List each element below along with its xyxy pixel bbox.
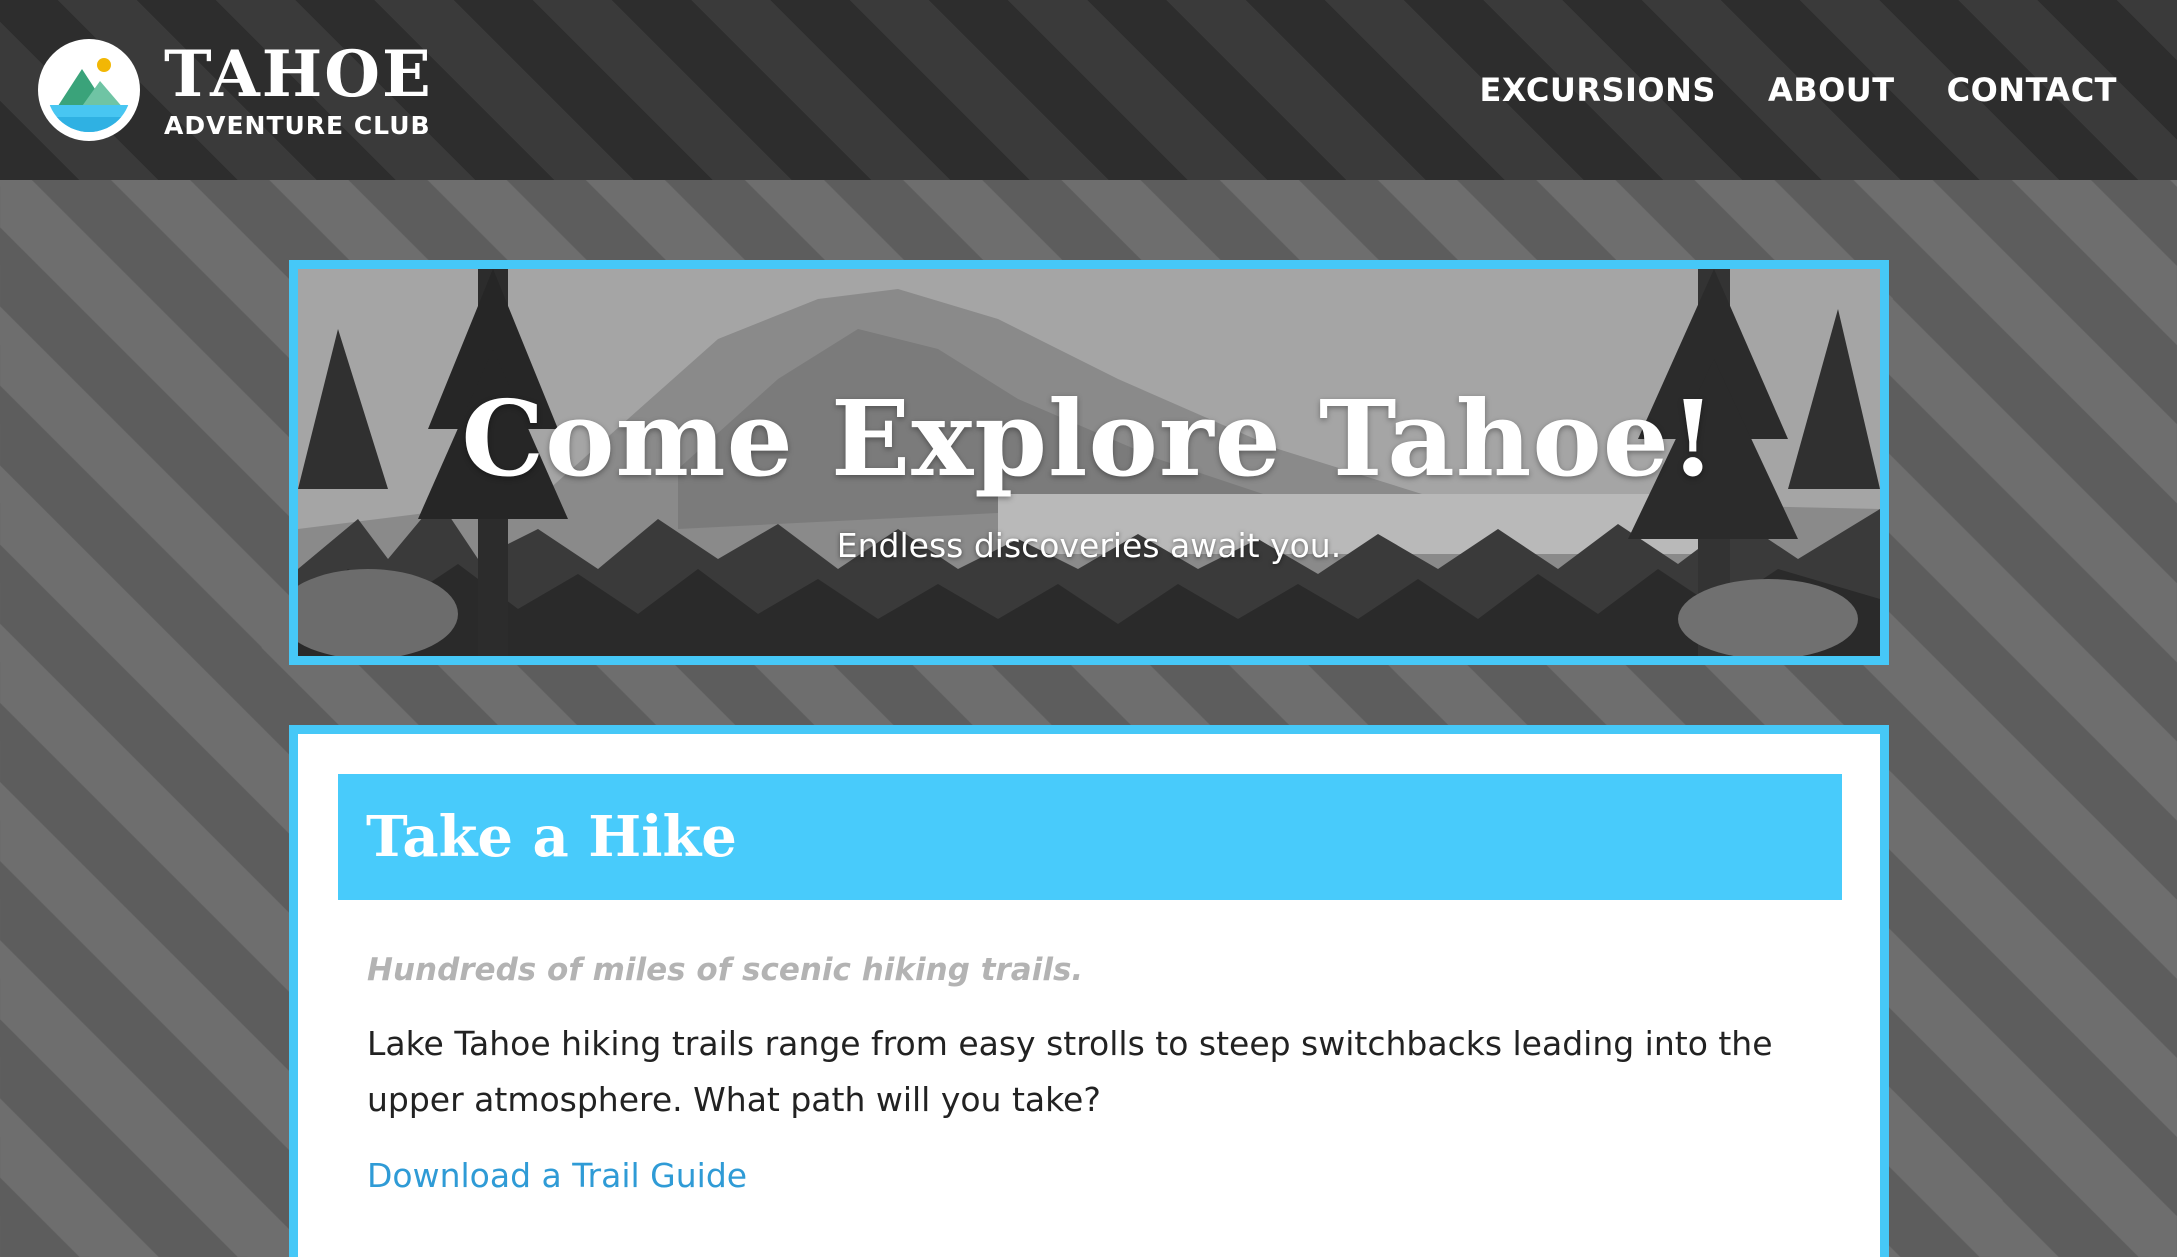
- card-title: Take a Hike: [366, 804, 737, 870]
- site-header: TAHOE ADVENTURE CLUB EXCURSIONS ABOUT CO…: [0, 0, 2177, 180]
- mountain-lake-logo-icon: [38, 39, 140, 141]
- brand-text: TAHOE ADVENTURE CLUB: [164, 36, 433, 140]
- hero-content: Come Explore Tahoe! Endless discoveries …: [298, 269, 1880, 656]
- brand-logo-link[interactable]: TAHOE ADVENTURE CLUB: [38, 39, 433, 141]
- brand-title: TAHOE: [164, 36, 433, 112]
- card-body: Hundreds of miles of scenic hiking trail…: [338, 952, 1840, 1195]
- hero-title: Come Explore Tahoe!: [461, 377, 1717, 500]
- hero-banner: Come Explore Tahoe! Endless discoveries …: [289, 260, 1889, 665]
- hike-card: Take a Hike Hundreds of miles of scenic …: [289, 725, 1889, 1257]
- hero-subtitle: Endless discoveries await you.: [836, 526, 1342, 565]
- download-trail-guide-link[interactable]: Download a Trail Guide: [367, 1156, 747, 1195]
- nav-link-excursions[interactable]: EXCURSIONS: [1479, 71, 1715, 109]
- brand-subtitle: ADVENTURE CLUB: [164, 110, 431, 140]
- main-nav: EXCURSIONS ABOUT CONTACT: [1427, 71, 2117, 109]
- nav-link-about[interactable]: ABOUT: [1768, 71, 1895, 109]
- nav-link-contact[interactable]: CONTACT: [1947, 71, 2117, 109]
- card-tagline: Hundreds of miles of scenic hiking trail…: [367, 952, 1084, 988]
- card-header: Take a Hike: [338, 774, 1842, 900]
- card-description: Lake Tahoe hiking trails range from easy…: [367, 1024, 1773, 1119]
